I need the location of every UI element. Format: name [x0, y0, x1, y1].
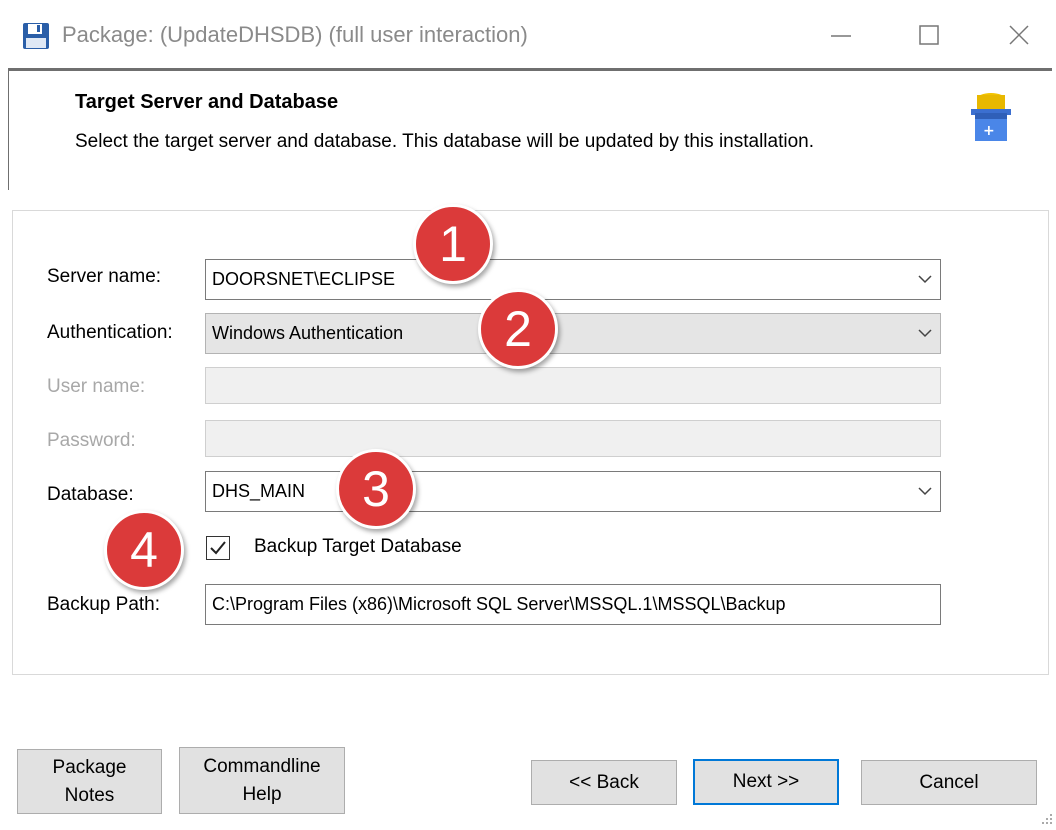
authentication-combo[interactable]: Windows Authentication [205, 313, 941, 354]
server-name-value: DOORSNET\ECLIPSE [212, 269, 396, 289]
annotation-badge-4: 4 [104, 510, 184, 590]
minimize-icon [831, 35, 851, 37]
database-combo[interactable]: DHS_MAIN [205, 471, 941, 512]
database-install-icon: + [971, 93, 1011, 141]
annotation-badge-2: 2 [478, 289, 558, 369]
backup-target-label[interactable]: Backup Target Database [254, 536, 462, 558]
checkmark-icon [210, 541, 226, 555]
commandline-help-button[interactable]: Commandline Help [179, 747, 345, 814]
close-button[interactable] [996, 14, 1042, 56]
window-title: Package: (UpdateDHSDB) (full user intera… [62, 22, 528, 47]
chevron-down-icon[interactable] [918, 274, 932, 284]
user-name-label: User name: [47, 376, 146, 397]
chevron-down-icon[interactable] [918, 328, 932, 338]
annotation-badge-3: 3 [336, 449, 416, 529]
package-notes-button[interactable]: Package Notes [17, 749, 162, 814]
database-label: Database: [47, 484, 134, 505]
password-input[interactable] [205, 420, 941, 457]
password-label: Password: [47, 430, 136, 451]
authentication-label: Authentication: [47, 322, 173, 343]
back-button[interactable]: << Back [531, 760, 677, 805]
user-name-input[interactable] [205, 367, 941, 404]
maximize-icon [919, 25, 939, 45]
backup-target-checkbox[interactable] [206, 536, 230, 560]
server-name-combo[interactable]: DOORSNET\ECLIPSE [205, 259, 941, 300]
database-value: DHS_MAIN [212, 481, 306, 501]
authentication-value: Windows Authentication [212, 323, 404, 343]
maximize-button[interactable] [906, 14, 952, 56]
cancel-button[interactable]: Cancel [861, 760, 1037, 805]
floppy-disk-icon [23, 23, 49, 49]
server-name-label: Server name: [47, 266, 162, 287]
minimize-button[interactable] [818, 14, 864, 56]
header-panel: Target Server and Database Select the ta… [8, 68, 1052, 190]
title-bar: Package: (UpdateDHSDB) (full user intera… [0, 0, 1056, 68]
svg-text:+: + [983, 123, 995, 139]
resize-grip-icon[interactable] [1040, 812, 1054, 826]
next-button[interactable]: Next >> [693, 759, 839, 805]
backup-path-label: Backup Path: [47, 594, 161, 615]
backup-path-input[interactable]: C:\Program Files (x86)\Microsoft SQL Ser… [205, 584, 941, 625]
chevron-down-icon[interactable] [918, 486, 932, 496]
page-title: Target Server and Database [75, 91, 339, 113]
close-icon [1009, 25, 1029, 45]
page-subtitle: Select the target server and database. T… [75, 131, 814, 152]
annotation-badge-1: 1 [413, 204, 493, 284]
